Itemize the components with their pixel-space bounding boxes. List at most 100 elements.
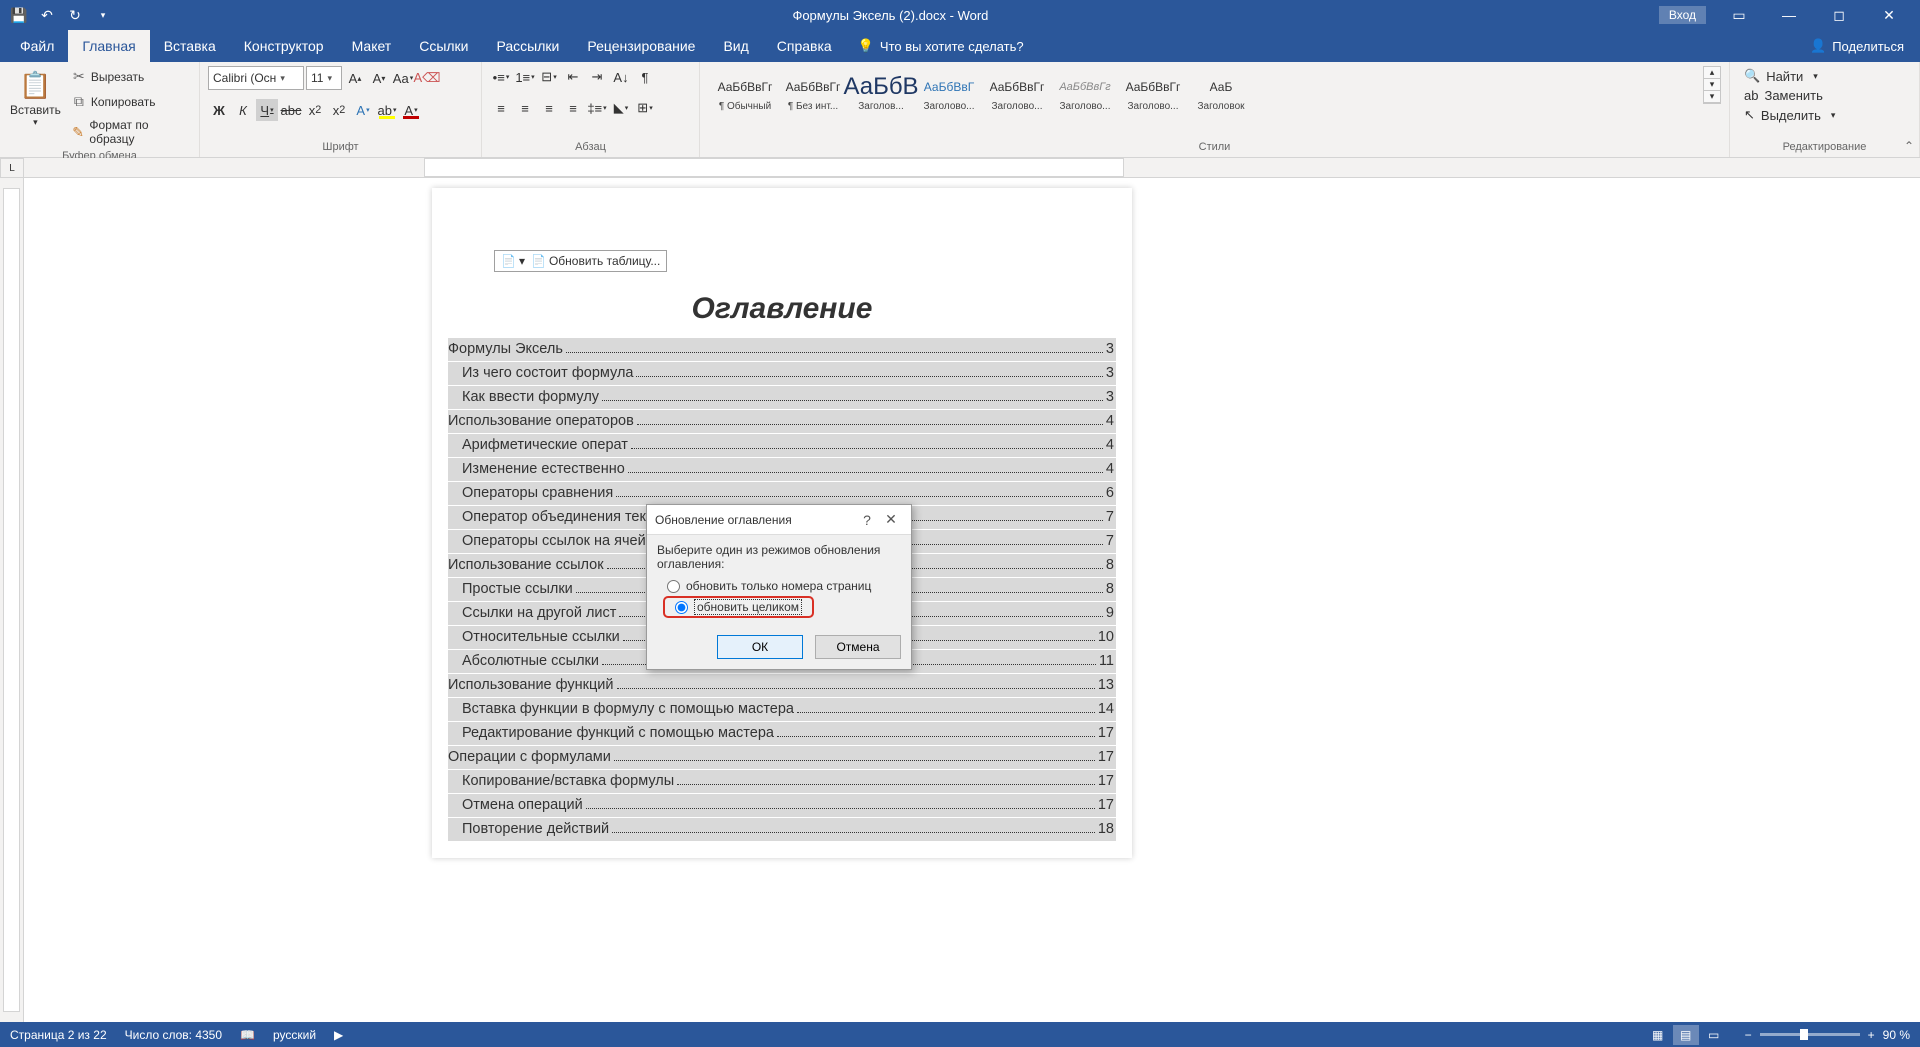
toc-line[interactable]: Из чего состоит формула3 xyxy=(448,362,1116,385)
toc-line[interactable]: Редактирование функций с помощью мастера… xyxy=(448,722,1116,745)
scroll-down-icon[interactable]: ▾ xyxy=(1704,79,1720,91)
tab-review[interactable]: Рецензирование xyxy=(573,30,709,62)
expand-gallery-icon[interactable]: ▾ xyxy=(1704,91,1720,103)
select-button[interactable]: ↖Выделить▾ xyxy=(1744,107,1835,123)
save-icon[interactable]: 💾 xyxy=(10,6,28,24)
tab-view[interactable]: Вид xyxy=(709,30,762,62)
shrink-font-button[interactable]: A▾ xyxy=(368,67,390,89)
ribbon-display-icon[interactable]: ▭ xyxy=(1716,0,1762,30)
qat-dropdown-icon[interactable]: ▾ xyxy=(94,6,112,24)
style-item[interactable]: АаБбВвГг¶ Без инт... xyxy=(780,70,846,115)
line-spacing-button[interactable]: ‡≡▾ xyxy=(586,97,608,119)
toc-line[interactable]: Как ввести формулу3 xyxy=(448,386,1116,409)
style-item[interactable]: АаБбВвГгЗаголово... xyxy=(984,70,1050,115)
multilevel-button[interactable]: ⊟▾ xyxy=(538,66,560,88)
bullets-button[interactable]: •≡▾ xyxy=(490,66,512,88)
highlight-button[interactable]: ab▾ xyxy=(376,99,398,121)
copy-button[interactable]: ⧉Копировать xyxy=(67,91,191,112)
numbering-button[interactable]: 1≡▾ xyxy=(514,66,536,88)
toc-line[interactable]: Использование операторов4 xyxy=(448,410,1116,433)
align-center-button[interactable]: ≡ xyxy=(514,97,536,119)
read-mode-icon[interactable]: ▦ xyxy=(1645,1025,1671,1045)
cancel-button[interactable]: Отмена xyxy=(815,635,901,659)
redo-icon[interactable]: ↻ xyxy=(66,6,84,24)
increase-indent-button[interactable]: ⇥ xyxy=(586,66,608,88)
tab-layout[interactable]: Макет xyxy=(338,30,406,62)
style-item[interactable]: АаБбВвГгЗаголово... xyxy=(1052,70,1118,115)
font-color-button[interactable]: A▾ xyxy=(400,99,422,121)
scroll-up-icon[interactable]: ▴ xyxy=(1704,67,1720,79)
tab-references[interactable]: Ссылки xyxy=(405,30,482,62)
toc-line[interactable]: Использование функций13 xyxy=(448,674,1116,697)
find-button[interactable]: 🔍Найти▾ xyxy=(1744,68,1835,84)
zoom-value[interactable]: 90 % xyxy=(1883,1028,1910,1042)
update-toc-button[interactable]: 📄Обновить таблицу... xyxy=(531,254,660,268)
tab-insert[interactable]: Вставка xyxy=(150,30,230,62)
undo-icon[interactable]: ↶ xyxy=(38,6,56,24)
paste-button[interactable]: 📋 Вставить ▾ xyxy=(8,66,63,132)
tab-file[interactable]: Файл xyxy=(6,30,68,62)
grow-font-button[interactable]: A▴ xyxy=(344,67,366,89)
justify-button[interactable]: ≡ xyxy=(562,97,584,119)
clear-format-button[interactable]: A⌫ xyxy=(416,67,438,89)
share-button[interactable]: 👤 Поделиться xyxy=(1794,30,1920,62)
toc-line[interactable]: Отмена операций17 xyxy=(448,794,1116,817)
macro-icon[interactable]: ▶ xyxy=(334,1028,343,1042)
word-count[interactable]: Число слов: 4350 xyxy=(125,1028,222,1042)
align-left-button[interactable]: ≡ xyxy=(490,97,512,119)
radio-update-pages[interactable]: обновить только номера страниц xyxy=(657,577,901,595)
ok-button[interactable]: ОК xyxy=(717,635,803,659)
toc-line[interactable]: Формулы Эксель3 xyxy=(448,338,1116,361)
style-item[interactable]: АаБбВЗаголов... xyxy=(848,70,914,115)
radio-input-pages[interactable] xyxy=(667,580,680,593)
tab-home[interactable]: Главная xyxy=(68,30,149,62)
style-item[interactable]: АаБбВвГг¶ Обычный xyxy=(712,70,778,115)
subscript-button[interactable]: x2 xyxy=(304,99,326,121)
align-right-button[interactable]: ≡ xyxy=(538,97,560,119)
change-case-button[interactable]: Aa▾ xyxy=(392,67,414,89)
sort-button[interactable]: A↓ xyxy=(610,66,632,88)
strike-button[interactable]: abc xyxy=(280,99,302,121)
tell-me-search[interactable]: 💡 Что вы хотите сделать? xyxy=(846,30,1036,62)
replace-button[interactable]: abЗаменить xyxy=(1744,88,1835,103)
toc-line[interactable]: Изменение естественно4 xyxy=(448,458,1116,481)
decrease-indent-button[interactable]: ⇤ xyxy=(562,66,584,88)
web-layout-icon[interactable]: ▭ xyxy=(1701,1025,1727,1045)
italic-button[interactable]: К xyxy=(232,99,254,121)
text-effects-button[interactable]: A▾ xyxy=(352,99,374,121)
cut-button[interactable]: ✂Вырезать xyxy=(67,66,191,87)
zoom-in-button[interactable]: + xyxy=(1868,1028,1875,1042)
help-icon[interactable]: ? xyxy=(855,512,879,528)
show-marks-button[interactable]: ¶ xyxy=(634,66,656,88)
page-indicator[interactable]: Страница 2 из 22 xyxy=(10,1028,107,1042)
close-icon[interactable]: ✕ xyxy=(1866,0,1912,30)
toc-line[interactable]: Вставка функции в формулу с помощью маст… xyxy=(448,698,1116,721)
print-layout-icon[interactable]: ▤ xyxy=(1673,1025,1699,1045)
collapse-ribbon-icon[interactable]: ⌃ xyxy=(1904,139,1914,153)
font-size-combo[interactable]: 11▾ xyxy=(306,66,342,90)
zoom-slider[interactable] xyxy=(1760,1033,1860,1036)
tab-design[interactable]: Конструктор xyxy=(230,30,338,62)
vertical-ruler[interactable] xyxy=(0,178,24,1022)
minimize-icon[interactable]: ― xyxy=(1766,0,1812,30)
toc-line[interactable]: Арифметические операт4 xyxy=(448,434,1116,457)
font-name-combo[interactable]: Calibri (Осн▾ xyxy=(208,66,304,90)
spellcheck-icon[interactable]: 📖 xyxy=(240,1028,255,1042)
style-item[interactable]: АаБбВвГЗаголово... xyxy=(916,70,982,115)
document-area[interactable]: Оглавление Формулы Эксель3Из чего состои… xyxy=(24,178,1920,1022)
toc-line[interactable]: Операции с формулами17 xyxy=(448,746,1116,769)
bold-button[interactable]: Ж xyxy=(208,99,230,121)
maximize-icon[interactable]: ◻ xyxy=(1816,0,1862,30)
login-button[interactable]: Вход xyxy=(1659,6,1706,24)
radio-input-all[interactable] xyxy=(675,601,688,614)
underline-button[interactable]: Ч▾ xyxy=(256,99,278,121)
toc-line[interactable]: Копирование/вставка формулы17 xyxy=(448,770,1116,793)
close-icon[interactable]: ✕ xyxy=(879,511,903,528)
toc-menu-button[interactable]: 📄▾ xyxy=(501,254,525,268)
shading-button[interactable]: ◣▾ xyxy=(610,97,632,119)
superscript-button[interactable]: x2 xyxy=(328,99,350,121)
language-indicator[interactable]: русский xyxy=(273,1028,316,1042)
toc-line[interactable]: Операторы сравнения6 xyxy=(448,482,1116,505)
borders-button[interactable]: ⊞▾ xyxy=(634,97,656,119)
style-item[interactable]: АаБЗаголовок xyxy=(1188,70,1254,115)
